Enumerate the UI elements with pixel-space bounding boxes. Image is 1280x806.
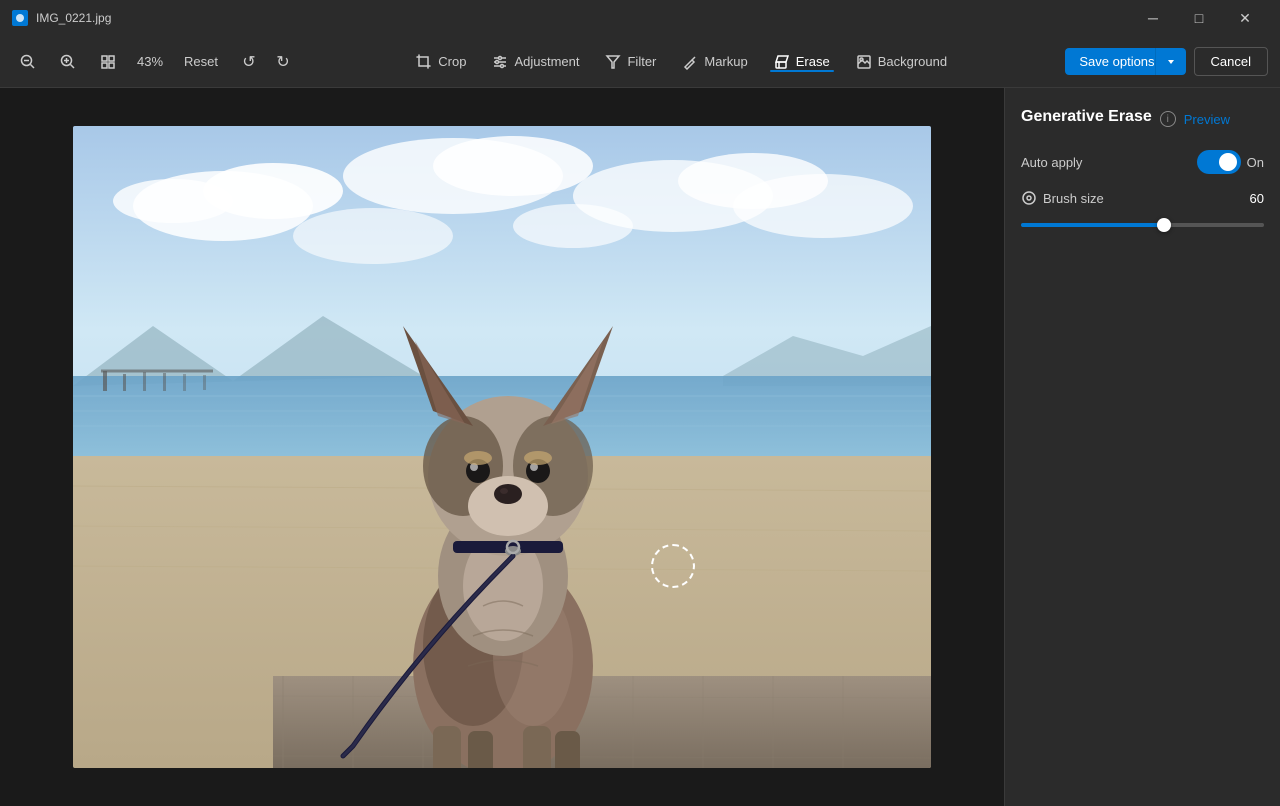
zoom-in-button[interactable] [52,46,84,78]
auto-apply-row: Auto apply On [1021,150,1264,174]
toggle-on-label: On [1247,155,1264,170]
app-icon [12,10,28,26]
toggle-slider [1197,150,1241,174]
redo-button[interactable]: ↻ [268,47,298,77]
window-controls: ─ □ ✕ [1130,0,1268,36]
cancel-button[interactable]: Cancel [1194,47,1268,76]
save-options-button[interactable]: Save options [1065,48,1154,75]
panel-header: Generative Erase i Preview [1021,108,1264,130]
crop-tool-button[interactable]: Crop [404,48,478,76]
fit-view-button[interactable] [92,46,124,78]
zoom-out-button[interactable] [12,46,44,78]
toolbar-actions-group: Save options Cancel [1065,47,1268,76]
preview-link[interactable]: Preview [1184,112,1230,127]
auto-apply-toggle[interactable] [1197,150,1241,174]
photo-canvas[interactable] [73,126,931,768]
brush-size-slider[interactable] [1021,223,1264,227]
undo-button[interactable]: ↺ [234,47,264,77]
maximize-button[interactable]: □ [1176,0,1222,36]
brush-size-slider-container [1021,214,1264,232]
filter-tool-wrapper: Filter [593,48,668,76]
panel-title: Generative Erase [1021,108,1152,126]
brush-size-label: Brush size [1043,191,1104,206]
auto-apply-toggle-group: On [1197,150,1264,174]
toolbar-zoom-group: 43% Reset ↺ ↻ [12,46,298,78]
toolbar: 43% Reset ↺ ↻ Crop Adjustment Filter [0,36,1280,88]
adjustment-tool-wrapper: Adjustment [480,48,591,76]
main-content: Generative Erase i Preview Auto apply On [0,88,1280,806]
right-panel: Generative Erase i Preview Auto apply On [1004,88,1280,806]
image-container [73,126,931,768]
save-options-dropdown-button[interactable] [1155,48,1186,75]
title-bar-left: IMG_0221.jpg [12,10,111,26]
filter-tool-button[interactable]: Filter [593,48,668,76]
markup-tool-button[interactable]: Markup [670,48,759,76]
save-options-group: Save options [1065,48,1185,75]
title-bar: IMG_0221.jpg ─ □ ✕ [0,0,1280,36]
background-tool-wrapper: Background [844,48,959,76]
window-title: IMG_0221.jpg [36,11,111,25]
close-button[interactable]: ✕ [1222,0,1268,36]
brush-size-value: 60 [1250,191,1264,206]
auto-apply-label: Auto apply [1021,155,1082,170]
info-icon-button[interactable]: i [1160,111,1176,127]
adjustment-tool-button[interactable]: Adjustment [480,48,591,76]
zoom-level-display: 43% [132,54,168,69]
toolbar-tools-group: Crop Adjustment Filter Markup Erase [404,48,959,76]
reset-button[interactable]: Reset [176,50,226,73]
canvas-area[interactable] [0,88,1004,806]
erase-tool-wrapper: Erase [762,48,842,76]
crop-tool-wrapper: Crop [404,48,478,76]
brush-size-icon [1021,190,1037,206]
brush-size-label-group: Brush size [1021,190,1104,206]
undo-redo-group: ↺ ↻ [234,47,298,77]
brush-size-row: Brush size 60 [1021,190,1264,206]
minimize-button[interactable]: ─ [1130,0,1176,36]
background-tool-button[interactable]: Background [844,48,959,76]
markup-tool-wrapper: Markup [670,48,759,76]
